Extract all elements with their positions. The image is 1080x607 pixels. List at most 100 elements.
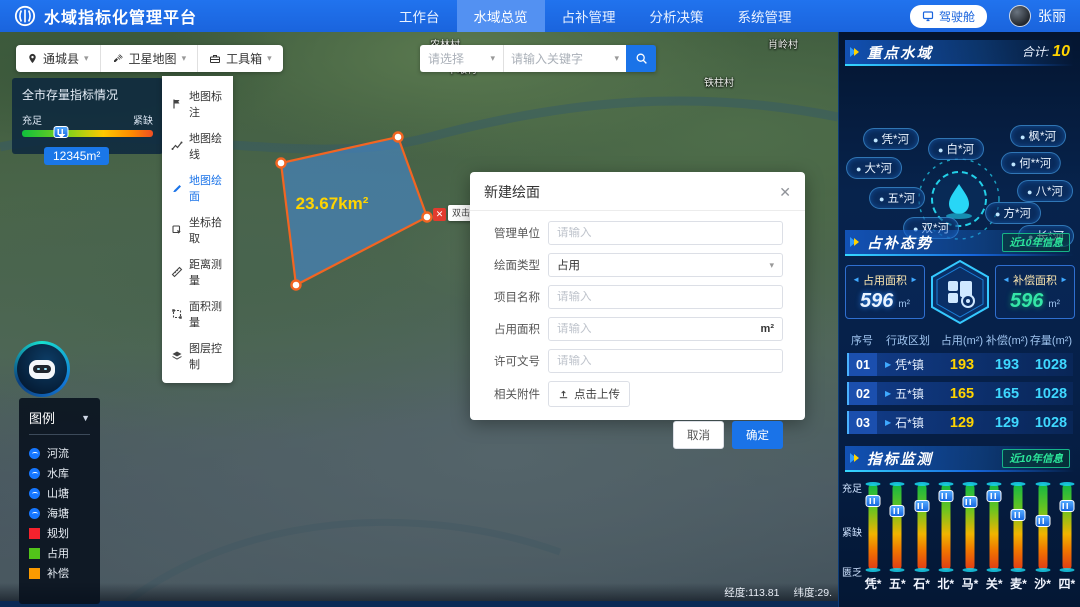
river-pill-1[interactable]: ●白*河 <box>928 138 984 160</box>
river-pill-0[interactable]: ●凭*河 <box>863 128 919 150</box>
nav-item-2[interactable]: 占补管理 <box>545 0 633 32</box>
row-stock: 1028 <box>1029 415 1073 431</box>
nav-item-3[interactable]: 分析决策 <box>633 0 721 32</box>
legend-item-3[interactable]: 海塘 <box>29 503 90 523</box>
scale-label-2: 匮乏 <box>842 564 862 579</box>
river-name: 凭*河 <box>881 134 908 146</box>
table-row-2[interactable]: 03▶石*镇1291291028 <box>847 411 1073 434</box>
gauge-marker[interactable] <box>1035 515 1050 527</box>
field-label: 相关附件 <box>480 386 548 402</box>
gauge-marker[interactable] <box>866 495 881 507</box>
search-button[interactable] <box>626 45 656 72</box>
map-footer-strip <box>0 601 838 607</box>
legend-item-2[interactable]: 山塘 <box>29 483 90 503</box>
toolbox-toggle[interactable]: 工具箱▾ <box>197 45 283 72</box>
cockpit-button[interactable]: 驾驶舱 <box>910 5 987 28</box>
field-label: 项目名称 <box>480 289 548 305</box>
bullet-icon: ● <box>1020 132 1025 142</box>
legend-item-1[interactable]: 水库 <box>29 463 90 483</box>
river-pill-8[interactable]: ●方*河 <box>985 202 1041 224</box>
table-body: 01▶凭*镇193193102802▶五*镇165165102803▶石*镇12… <box>847 353 1073 434</box>
user-menu[interactable]: 张丽 <box>1009 5 1066 27</box>
form-row-1: 绘面类型占用▾ <box>480 253 783 277</box>
upload-button[interactable]: 点击上传 <box>548 381 630 407</box>
location-pin-icon <box>27 53 38 64</box>
toolbox-item-5[interactable]: 面积测量 <box>162 293 233 335</box>
legend-item-6[interactable]: 补偿 <box>29 563 90 583</box>
stock-value-badge: 12345m² <box>44 147 109 165</box>
toolbox-item-6[interactable]: 图层控制 <box>162 335 233 377</box>
polygon-delete-icon[interactable]: ✕ <box>433 208 446 221</box>
brand: 水域指标化管理平台 <box>0 4 197 28</box>
drawn-polygon[interactable]: 23.67km² <box>277 133 432 290</box>
river-pill-6[interactable]: ●八*河 <box>1017 180 1073 202</box>
table-header-cell: 占用(m²) <box>939 332 985 348</box>
toolbox-item-1[interactable]: 地图绘线 <box>162 125 233 167</box>
scale-label-1: 紧缺 <box>842 524 862 539</box>
row-occupied: 165 <box>939 386 985 402</box>
row-index: 03 <box>847 411 877 434</box>
stock-slider-handle[interactable] <box>54 126 69 138</box>
legend-item-5[interactable]: 占用 <box>29 543 90 563</box>
水库-icon <box>29 468 40 479</box>
close-icon[interactable]: ✕ <box>779 184 791 201</box>
search-category-select[interactable]: 请选择 ▾ <box>420 45 504 72</box>
river-pill-4[interactable]: ●何**河 <box>1001 152 1061 174</box>
占用-swatch <box>29 548 40 559</box>
gauge-8: 四* <box>1056 484 1078 592</box>
river-pill-3[interactable]: ●大*河 <box>846 157 902 179</box>
triangle-icon: ▶ <box>885 418 891 427</box>
gauge-marker[interactable] <box>962 496 977 508</box>
section-arrow-icon <box>849 452 861 464</box>
basemap-selector[interactable]: 卫星地图▾ <box>100 45 198 72</box>
gauge-marker[interactable] <box>987 490 1002 502</box>
field-0-input[interactable] <box>557 227 774 239</box>
map-search-bar: 请选择 ▾ ▾ <box>420 45 656 72</box>
river-pill-2[interactable]: ●枫*河 <box>1010 125 1066 147</box>
legend-item-0[interactable]: 河流 <box>29 443 90 463</box>
gauge-marker[interactable] <box>890 505 905 517</box>
field-2-input[interactable] <box>557 291 774 303</box>
toolbox-item-0[interactable]: 地图标注 <box>162 83 233 125</box>
gauge-label: 关* <box>986 575 1003 592</box>
stock-gradient-bar <box>22 130 153 137</box>
legend-item-4[interactable]: 规划 <box>29 523 90 543</box>
main-nav: 工作台水域总览占补管理分析决策系统管理 <box>382 0 809 32</box>
search-input[interactable] <box>511 52 603 66</box>
field-1-select[interactable]: 占用▾ <box>548 253 783 277</box>
field-4-input[interactable] <box>557 355 774 367</box>
table-header-cell: 补偿(m²) <box>985 332 1029 348</box>
section-title: 占补态势 <box>867 232 933 253</box>
collapse-icon[interactable]: ▼ <box>81 413 90 423</box>
nav-item-1[interactable]: 水域总览 <box>457 0 545 32</box>
nav-item-0[interactable]: 工作台 <box>382 0 457 32</box>
gauge-marker[interactable] <box>914 500 929 512</box>
river-pill-5[interactable]: ●五*河 <box>869 187 925 209</box>
toolbox-item-4[interactable]: 距离测量 <box>162 251 233 293</box>
toolbox-item-label: 地图绘面 <box>189 172 224 204</box>
field-label: 占用面积 <box>480 321 548 337</box>
confirm-button[interactable]: 确定 <box>732 421 783 449</box>
indicator-monitor: 充足紧缺匮乏 凭*五*石*北*马*关*麦*沙*四* <box>839 472 1080 604</box>
table-header-cell: 行政区划 <box>877 332 939 348</box>
cancel-button[interactable]: 取消 <box>673 421 724 449</box>
ai-assistant-button[interactable] <box>14 341 70 397</box>
toolbox-item-3[interactable]: 坐标拾取 <box>162 209 233 251</box>
row-region: ▶五*镇 <box>877 385 939 402</box>
toolbox-item-label: 距离测量 <box>189 256 224 288</box>
field-3-input[interactable] <box>557 323 761 335</box>
region-selector[interactable]: 通城县▾ <box>16 45 100 72</box>
river-name: 五*河 <box>887 193 914 205</box>
city-stock-panel: 全市存量指标情况 充足 紧缺 12345m² <box>12 78 163 154</box>
chevron-down-icon: ▾ <box>267 53 272 64</box>
search-select-placeholder: 请选择 <box>428 50 464 67</box>
gauge-marker[interactable] <box>1011 509 1026 521</box>
gauge-bar <box>1062 484 1071 570</box>
gauge-marker[interactable] <box>1059 500 1074 512</box>
table-row-1[interactable]: 02▶五*镇1651651028 <box>847 382 1073 405</box>
polyline-icon <box>171 140 183 152</box>
gauge-marker[interactable] <box>938 490 953 502</box>
nav-item-4[interactable]: 系统管理 <box>721 0 809 32</box>
toolbox-item-2[interactable]: 地图绘面 <box>162 167 233 209</box>
table-row-0[interactable]: 01▶凭*镇1931931028 <box>847 353 1073 376</box>
